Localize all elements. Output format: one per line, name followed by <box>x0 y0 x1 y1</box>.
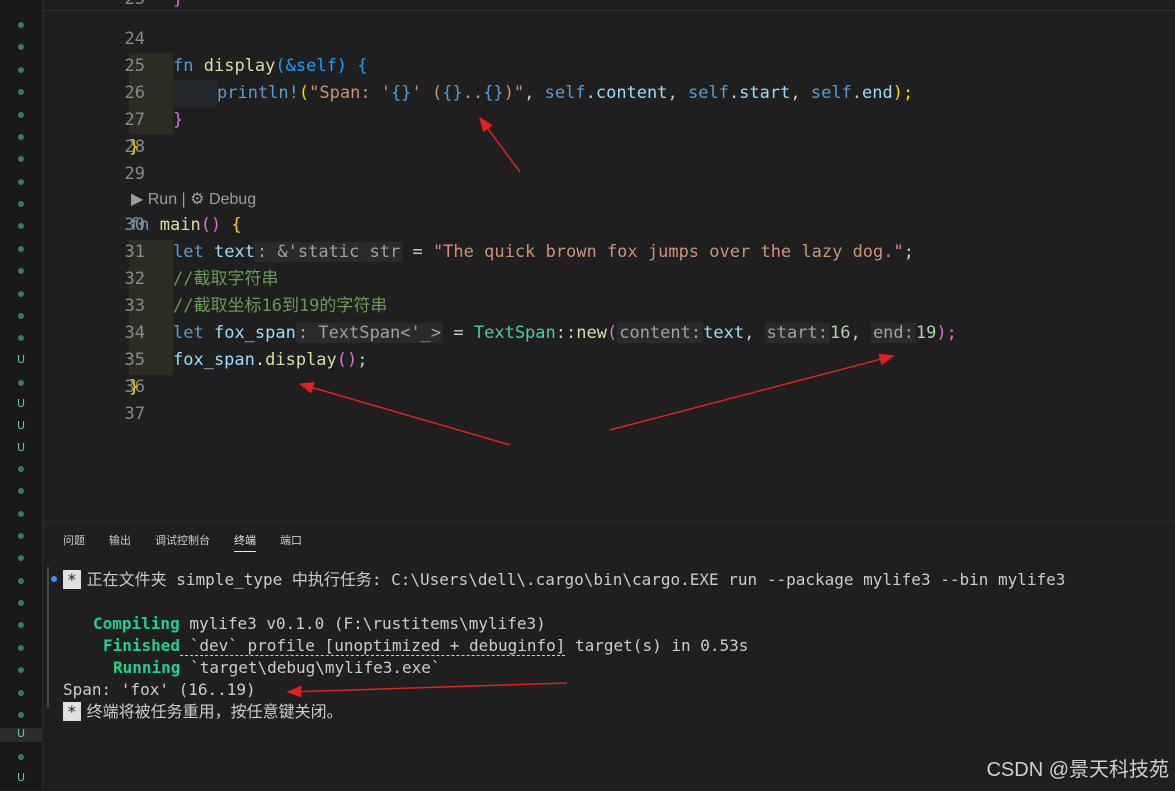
code-line-25: fn display(&self) { <box>173 56 368 76</box>
terminal-reuse-line: * 终端将被任务重用，按任意键关闭。 <box>63 701 343 723</box>
gutter-dot <box>18 622 24 628</box>
line-number: 24 <box>124 29 145 49</box>
gutter-dot <box>18 600 24 606</box>
gutter-dot <box>18 179 24 185</box>
param-hint: end: <box>870 323 916 343</box>
tab-output[interactable]: 输出 <box>109 532 131 548</box>
gutter-dot <box>18 313 24 319</box>
terminal-running-line: Running `target\debug\mylife3.exe` <box>113 658 441 677</box>
gutter-dot <box>18 89 24 95</box>
line-number: 25 <box>124 56 145 76</box>
code-line-23: } <box>173 0 183 13</box>
untracked-marker: U <box>16 419 26 432</box>
editor-top-divider <box>43 0 1175 11</box>
line-number: 35 <box>124 350 145 370</box>
line-number: 27 <box>124 110 145 130</box>
gutter-dot <box>18 335 24 341</box>
gutter-dot <box>18 578 24 584</box>
untracked-marker: U <box>16 353 26 366</box>
gutter-dot <box>18 201 24 207</box>
type-hint: : &'static str <box>254 242 403 262</box>
code-line-30: fn main() { <box>129 215 242 235</box>
line-number: 26 <box>124 83 145 103</box>
terminal-compiling-line: Compiling mylife3 v0.1.0 (F:\rustitems\m… <box>93 614 546 633</box>
codelens-run-debug[interactable]: ▶ Run | ⚙ Debug <box>131 189 256 209</box>
watermark: CSDN @景天科技苑 <box>986 759 1169 781</box>
line-number: 33 <box>124 296 145 316</box>
command-decoration-icon[interactable] <box>51 576 57 582</box>
indent-guide <box>173 80 217 107</box>
terminal-output-line: Span: 'fox' (16..19) <box>63 680 256 699</box>
gutter-dot <box>18 134 24 140</box>
untracked-marker: U <box>16 441 26 454</box>
param-hint: start: <box>764 323 830 343</box>
untracked-marker: U <box>16 771 26 784</box>
tab-terminal[interactable]: 终端 <box>234 532 256 552</box>
code-line-28: } <box>129 137 140 157</box>
untracked-marker: U <box>16 397 26 410</box>
gutter-dot <box>18 67 24 73</box>
gutter-dot <box>18 156 24 162</box>
line-number: 31 <box>124 242 145 262</box>
gutter-dot <box>18 112 24 118</box>
task-star-badge: * <box>63 570 81 589</box>
code-line-36: } <box>129 377 140 397</box>
line-number: 37 <box>124 404 145 424</box>
terminal-finished-line: Finished `dev` profile [unoptimized + de… <box>103 636 749 656</box>
tab-ports[interactable]: 端口 <box>280 532 302 548</box>
type-hint: : TextSpan<'_> <box>295 323 444 343</box>
tab-problems[interactable]: 问题 <box>63 532 85 548</box>
gutter-dot <box>18 667 24 673</box>
code-line-35: fox_span.display(); <box>173 350 368 370</box>
code-line-34: let fox_span: TextSpan<'_> = TextSpan::n… <box>173 323 957 343</box>
code-line-33-comment: //截取坐标16到19的字符串 <box>173 296 388 316</box>
line-number: 34 <box>124 323 145 343</box>
terminal-task-line: * 正在文件夹 simple_type 中执行任务: C:\Users\dell\… <box>63 569 1065 591</box>
untracked-marker-active: U <box>0 728 42 742</box>
gutter-dot <box>18 466 24 472</box>
param-hint: content: <box>617 323 704 343</box>
gutter-dot <box>18 291 24 297</box>
code-line-26: println!("Span: '{}' ({}..{})", self.con… <box>217 83 914 103</box>
bottom-panel: 问题 输出 调试控制台 终端 端口 * 正在文件夹 simple_type 中执行… <box>43 521 1175 791</box>
gutter-dot <box>18 488 24 494</box>
code-line-31: let text: &'static str = "The quick brow… <box>173 242 914 262</box>
gutter-dot <box>18 246 24 252</box>
source-control-gutter: U U U U U U <box>0 0 43 790</box>
gutter-dot <box>18 380 24 386</box>
task-star-badge: * <box>63 702 81 721</box>
line-number: 32 <box>124 269 145 289</box>
tab-debug-console[interactable]: 调试控制台 <box>155 532 210 548</box>
gutter-dot <box>18 754 24 760</box>
code-editor[interactable]: 23 24 25 26 27 28 29 30 31 32 33 34 35 3… <box>43 0 1175 520</box>
gutter-dot <box>18 22 24 28</box>
code-line-27: } <box>173 110 184 130</box>
gutter-dot <box>18 712 24 718</box>
gutter-dot <box>18 511 24 517</box>
gutter-dot <box>18 555 24 561</box>
terminal-command-guide <box>47 567 49 707</box>
gutter-dot <box>18 690 24 696</box>
line-number: 23 <box>103 0 145 13</box>
gutter-dot <box>18 223 24 229</box>
gutter-dot <box>18 44 24 50</box>
line-number: 29 <box>124 164 145 184</box>
gutter-dot <box>18 533 24 539</box>
gutter-dot <box>18 268 24 274</box>
code-line-32-comment: //截取字符串 <box>173 269 279 289</box>
gutter-dot <box>18 645 24 651</box>
